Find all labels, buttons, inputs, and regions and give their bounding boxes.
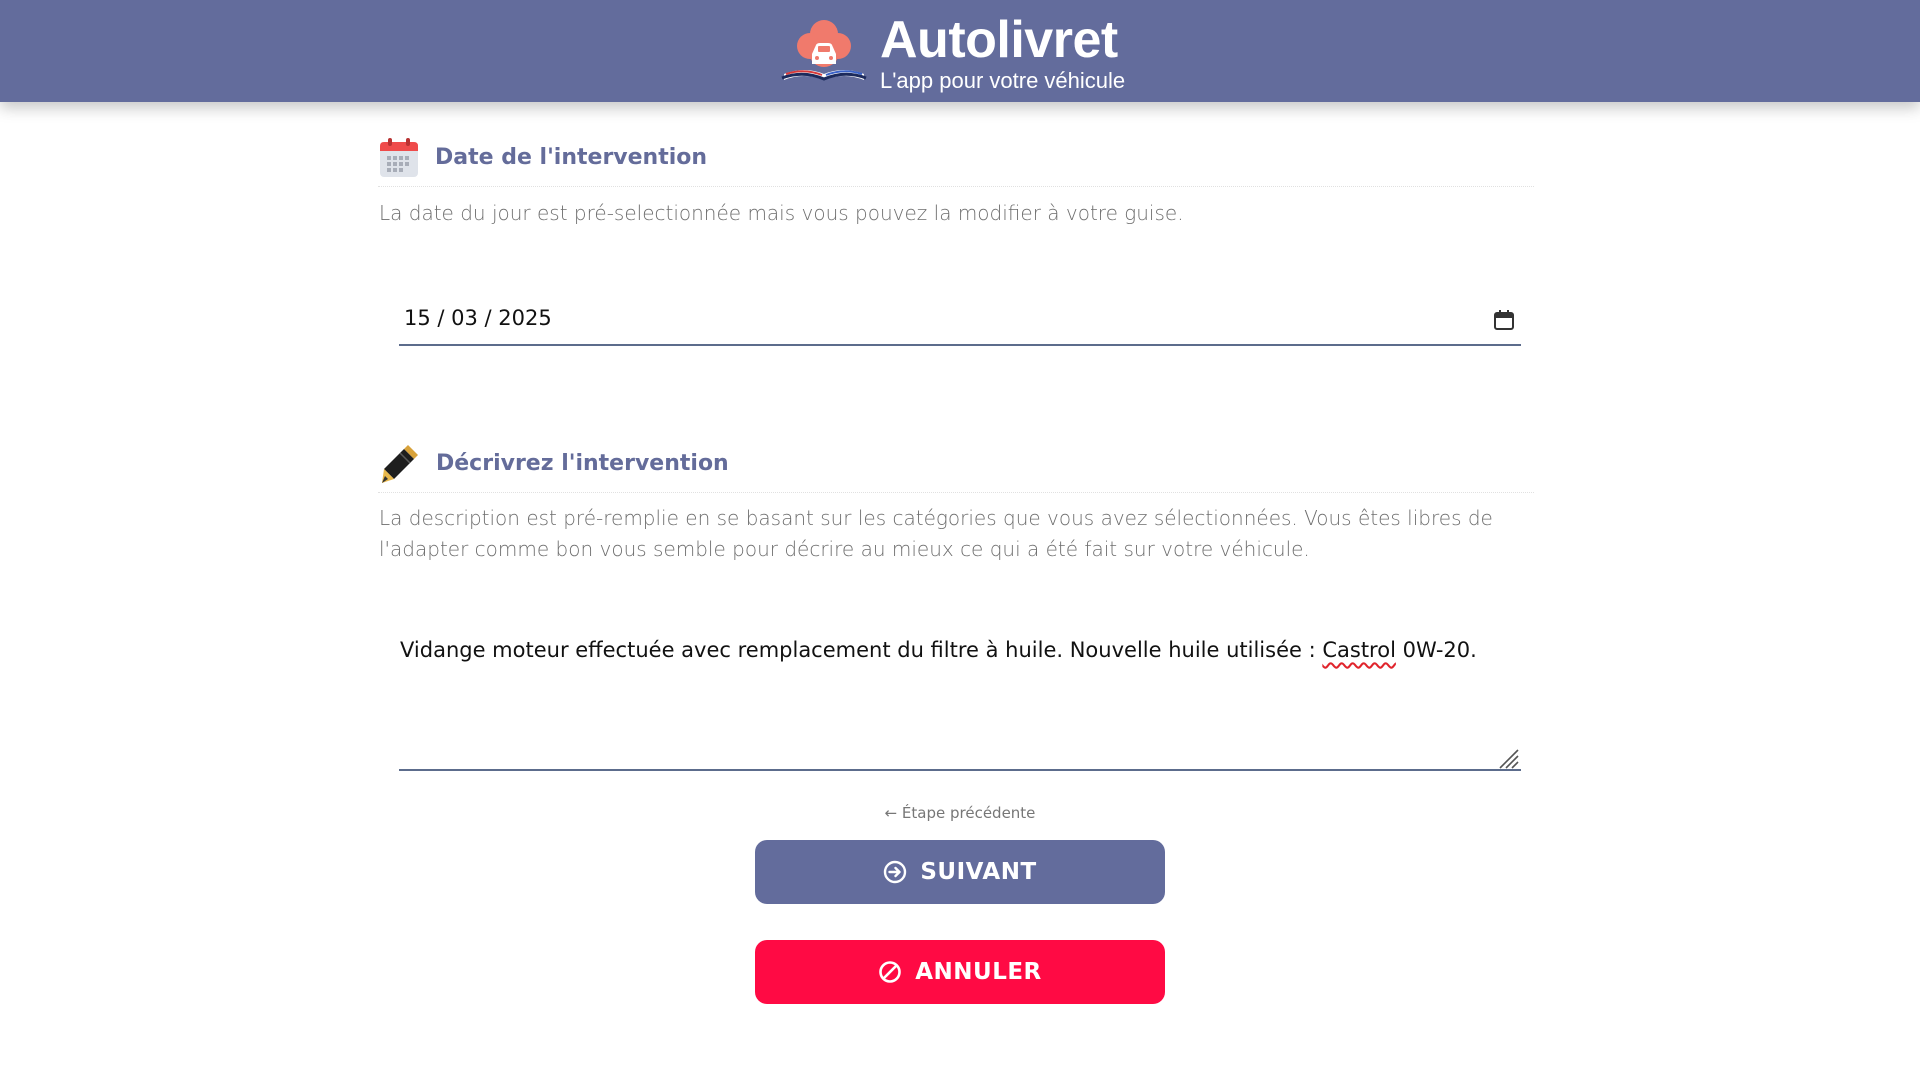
calendar-icon — [380, 138, 418, 177]
arrow-circle-right-icon — [884, 860, 907, 884]
brand[interactable]: Autolivret L'app pour votre véhicule — [776, 11, 1156, 93]
date-input-underline — [399, 344, 1521, 346]
description-section-title: Décrivrez l'intervention — [436, 451, 729, 476]
description-text-end: 0W-20. — [1395, 638, 1477, 662]
cancel-button-label: ANNULER — [915, 959, 1042, 985]
next-button-label: SUIVANT — [920, 859, 1037, 885]
app-header: Autolivret L'app pour votre véhicule — [0, 0, 1920, 102]
description-textarea-underline — [399, 769, 1521, 771]
description-text: Vidange moteur effectuée avec remplaceme… — [400, 638, 1323, 662]
pen-icon — [382, 445, 418, 483]
autolivret-logo-icon — [781, 20, 867, 81]
next-button[interactable]: SUIVANT — [755, 840, 1165, 904]
date-help-text: La date du jour est pré-selectionnée mai… — [379, 201, 1184, 225]
date-section-title: Date de l'intervention — [435, 145, 708, 170]
description-help-text: La description est pré-remplie en se bas… — [379, 506, 1493, 561]
spellcheck-flagged-word[interactable]: Castrol — [1322, 638, 1396, 662]
description-section-header: Décrivrez l'intervention — [378, 443, 1534, 493]
section-divider — [378, 492, 1534, 493]
cancel-button[interactable]: ANNULER — [755, 940, 1165, 1004]
date-input-value[interactable]: 15 / 03 / 2025 — [404, 306, 552, 330]
section-divider — [378, 186, 1534, 187]
date-section-header: Date de l'intervention — [378, 137, 1534, 187]
previous-step-link[interactable]: ← Étape précédente — [860, 804, 1060, 822]
brand-name: Autolivret — [880, 11, 1118, 69]
calendar-picker-icon[interactable] — [1493, 309, 1515, 331]
resize-handle-icon[interactable] — [1496, 746, 1520, 770]
ban-icon — [879, 961, 902, 983]
brand-tagline: L'app pour votre véhicule — [880, 68, 1126, 93]
description-textarea-value[interactable]: Vidange moteur effectuée avec remplaceme… — [400, 638, 1510, 662]
